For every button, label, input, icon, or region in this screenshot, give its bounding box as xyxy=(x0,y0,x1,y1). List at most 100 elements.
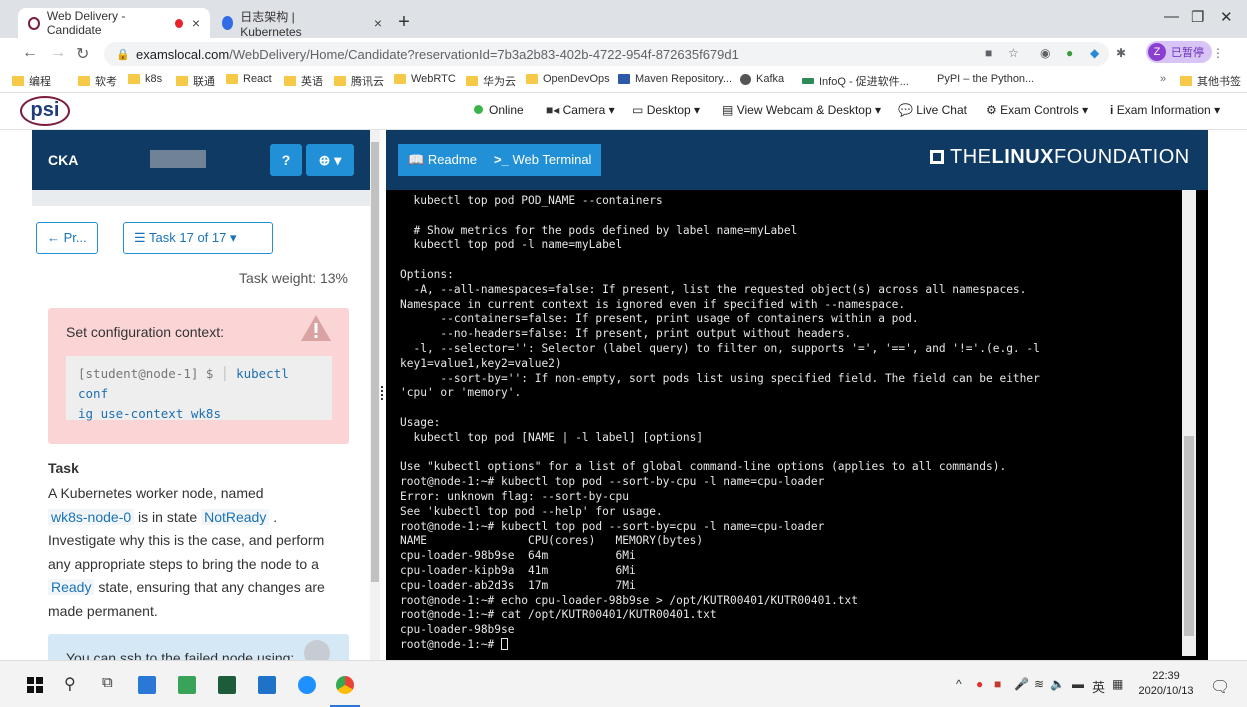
minimize-icon[interactable]: — xyxy=(1164,8,1179,25)
close-window-icon[interactable]: ✕ xyxy=(1220,8,1233,26)
notifications-icon[interactable]: 🗨 xyxy=(1210,677,1230,697)
warning-icon xyxy=(301,315,331,341)
exam-information-menu[interactable]: i Exam Information ▾ xyxy=(1110,103,1220,117)
search-icon[interactable]: ⚲ xyxy=(64,674,76,694)
ime-indicator[interactable]: 英 xyxy=(1092,677,1105,696)
volume-icon[interactable]: 🔈 xyxy=(1050,677,1065,691)
notepad-icon[interactable] xyxy=(178,676,196,694)
bookmark-link[interactable]: InfoQ - 促进软件... xyxy=(802,73,909,89)
folder-icon xyxy=(1180,76,1192,86)
task-view-icon[interactable]: ⧉ xyxy=(102,674,113,691)
folder-icon xyxy=(226,74,238,84)
terminal-output[interactable]: kubectl top pod POD_NAME --containers # … xyxy=(386,190,1182,660)
taskbar-clock[interactable]: 22:39 2020/10/13 xyxy=(1136,669,1196,699)
extensions-puzzle-icon[interactable]: ✱ xyxy=(1116,46,1126,60)
psi-toolbar: psi Online ■◂ Camera ▾ ▭ Desktop ▾ ▤ Vie… xyxy=(0,93,1247,130)
wifi-icon[interactable]: ≋ xyxy=(1034,677,1044,691)
evernote-icon[interactable]: ● xyxy=(1066,46,1073,60)
help-button[interactable]: ? xyxy=(270,144,302,176)
desktop-menu[interactable]: ▭ Desktop ▾ xyxy=(632,103,700,117)
battery-icon[interactable]: ▬ xyxy=(1072,677,1084,691)
terminal-line: Usage: xyxy=(400,415,441,429)
ime-mode-icon[interactable]: ▦ xyxy=(1112,677,1123,691)
view-webcam-desktop-menu[interactable]: ▤ View Webcam & Desktop ▾ xyxy=(722,103,881,117)
info-icon: i xyxy=(1110,103,1114,117)
bookmarks-overflow[interactable]: » xyxy=(1160,73,1166,85)
terminal-scrollbar[interactable] xyxy=(1182,190,1196,656)
bookmark-link[interactable]: Maven Repository... xyxy=(618,73,732,85)
mail-icon[interactable] xyxy=(258,676,276,694)
terminal-panel-header: 📖 Readme >_ Web Terminal THELINUXFOUNDAT… xyxy=(386,130,1208,190)
bookmark-link[interactable]: Kafka xyxy=(740,73,784,85)
infoq-icon xyxy=(802,78,814,84)
tab-readme[interactable]: 📖 Readme xyxy=(398,144,487,176)
tab-web-terminal[interactable]: >_ Web Terminal xyxy=(484,144,602,176)
maven-icon xyxy=(618,74,630,84)
bookmark-folder[interactable]: OpenDevOps xyxy=(526,73,610,85)
jetbrains-icon[interactable] xyxy=(138,676,156,694)
bookmark-folder[interactable]: 软考 xyxy=(78,73,117,89)
tray-app2-icon[interactable]: ■ xyxy=(994,677,1001,691)
windows-start-icon[interactable] xyxy=(26,676,44,694)
command-text-continued[interactable]: ig use-context wk8s xyxy=(78,406,221,421)
camera-permission-icon[interactable]: ■ xyxy=(985,46,992,60)
close-tab-icon[interactable]: × xyxy=(374,15,382,31)
edge-icon[interactable] xyxy=(298,676,316,694)
folder-icon xyxy=(394,74,406,84)
chrome-icon[interactable] xyxy=(336,676,354,694)
live-chat-button[interactable]: 💬 Live Chat xyxy=(898,103,967,117)
scrollbar-thumb[interactable] xyxy=(1184,436,1194,636)
forward-icon[interactable]: → xyxy=(50,44,66,62)
profile-button[interactable]: Z 已暂停 xyxy=(1146,41,1212,63)
tab-kubernetes-logging[interactable]: 日志架构 | Kubernetes × xyxy=(212,8,392,39)
off-extension-icon[interactable]: ◆ xyxy=(1090,46,1099,60)
microphone-icon[interactable]: 🎤 xyxy=(1014,677,1029,691)
kubernetes-favicon-icon xyxy=(222,16,234,30)
close-tab-icon[interactable]: × xyxy=(192,15,200,31)
terminal-prompt-line[interactable]: root@node-1:~# xyxy=(400,637,1182,653)
terminal-line: root@node-1:~# kubectl top pod --sort-by… xyxy=(400,475,825,489)
task-selector-button[interactable]: ☰ Task 17 of 17 ▾ xyxy=(123,222,273,254)
terminal-line: kubectl top pod POD_NAME --containers xyxy=(400,194,663,207)
terminal-line: key1=value1,key2=value2) xyxy=(400,356,562,370)
tab-web-delivery[interactable]: Web Delivery - Candidate × xyxy=(18,8,210,38)
back-icon[interactable]: ← xyxy=(22,44,38,62)
reload-icon[interactable]: ↻ xyxy=(76,44,89,64)
bookmark-folder[interactable]: WebRTC xyxy=(394,73,456,85)
new-tab-button[interactable]: + xyxy=(392,11,416,35)
language-button[interactable]: ⊕ ▾ xyxy=(306,144,354,176)
bookmark-folder[interactable]: React xyxy=(226,73,272,85)
scrollbar-thumb[interactable] xyxy=(371,142,379,582)
folder-icon xyxy=(78,76,90,86)
previous-task-button[interactable]: ← Pr... xyxy=(36,222,98,254)
address-toolbar: ← → ↻ 🔒 examslocal.com/WebDelivery/Home/… xyxy=(0,38,1247,68)
tray-expand-icon[interactable]: ^ xyxy=(956,677,962,691)
extension-icon[interactable]: ◉ xyxy=(1040,46,1050,60)
maximize-icon[interactable]: ❐ xyxy=(1191,8,1204,26)
exam-controls-menu[interactable]: ⚙ Exam Controls ▾ xyxy=(986,103,1088,117)
terminal-line: cpu-loader-kipb9a 41m 6Mi xyxy=(400,563,636,577)
bookmark-link[interactable]: PyPI – the Python... xyxy=(920,73,1034,85)
terminal-line: 'cpu' or 'memory'. xyxy=(400,386,522,400)
drag-handle-icon[interactable] xyxy=(381,386,384,400)
task-panel-scrollbar[interactable] xyxy=(370,130,380,660)
url-path: /WebDelivery/Home/Candidate?reservationI… xyxy=(229,46,739,62)
terminal-line: -A, --all-namespaces=false: If present, … xyxy=(400,282,1027,296)
bookmark-star-icon[interactable]: ☆ xyxy=(1008,46,1019,60)
terminal-line: --sort-by='': If non-empty, sort pods li… xyxy=(400,371,1040,385)
bookmark-folder[interactable]: 华为云 xyxy=(466,73,516,89)
terminal-panel: 📖 Readme >_ Web Terminal THELINUXFOUNDAT… xyxy=(386,130,1208,660)
bookmark-folder[interactable]: 联通 xyxy=(176,73,215,89)
tray-app-icon[interactable]: ● xyxy=(976,677,983,691)
terminal-line: root@node-1:~# cat /opt/KUTR00401/KUTR00… xyxy=(400,608,717,622)
bookmark-folder-other[interactable]: 其他书签 xyxy=(1180,73,1241,89)
bookmark-folder[interactable]: 编程 xyxy=(12,73,51,89)
camera-menu[interactable]: ■◂ Camera ▾ xyxy=(546,103,615,117)
task-weight: Task weight: 13% xyxy=(239,270,348,286)
bookmark-folder[interactable]: 英语 xyxy=(284,73,323,89)
bookmark-folder[interactable]: 腾讯云 xyxy=(334,73,384,89)
menu-kebab-icon[interactable]: ⋮ xyxy=(1212,46,1224,60)
bookmark-folder[interactable]: k8s xyxy=(128,73,162,85)
url-bar[interactable]: 🔒 examslocal.com/WebDelivery/Home/Candid… xyxy=(104,42,1109,66)
terminal-app-icon[interactable] xyxy=(218,676,236,694)
